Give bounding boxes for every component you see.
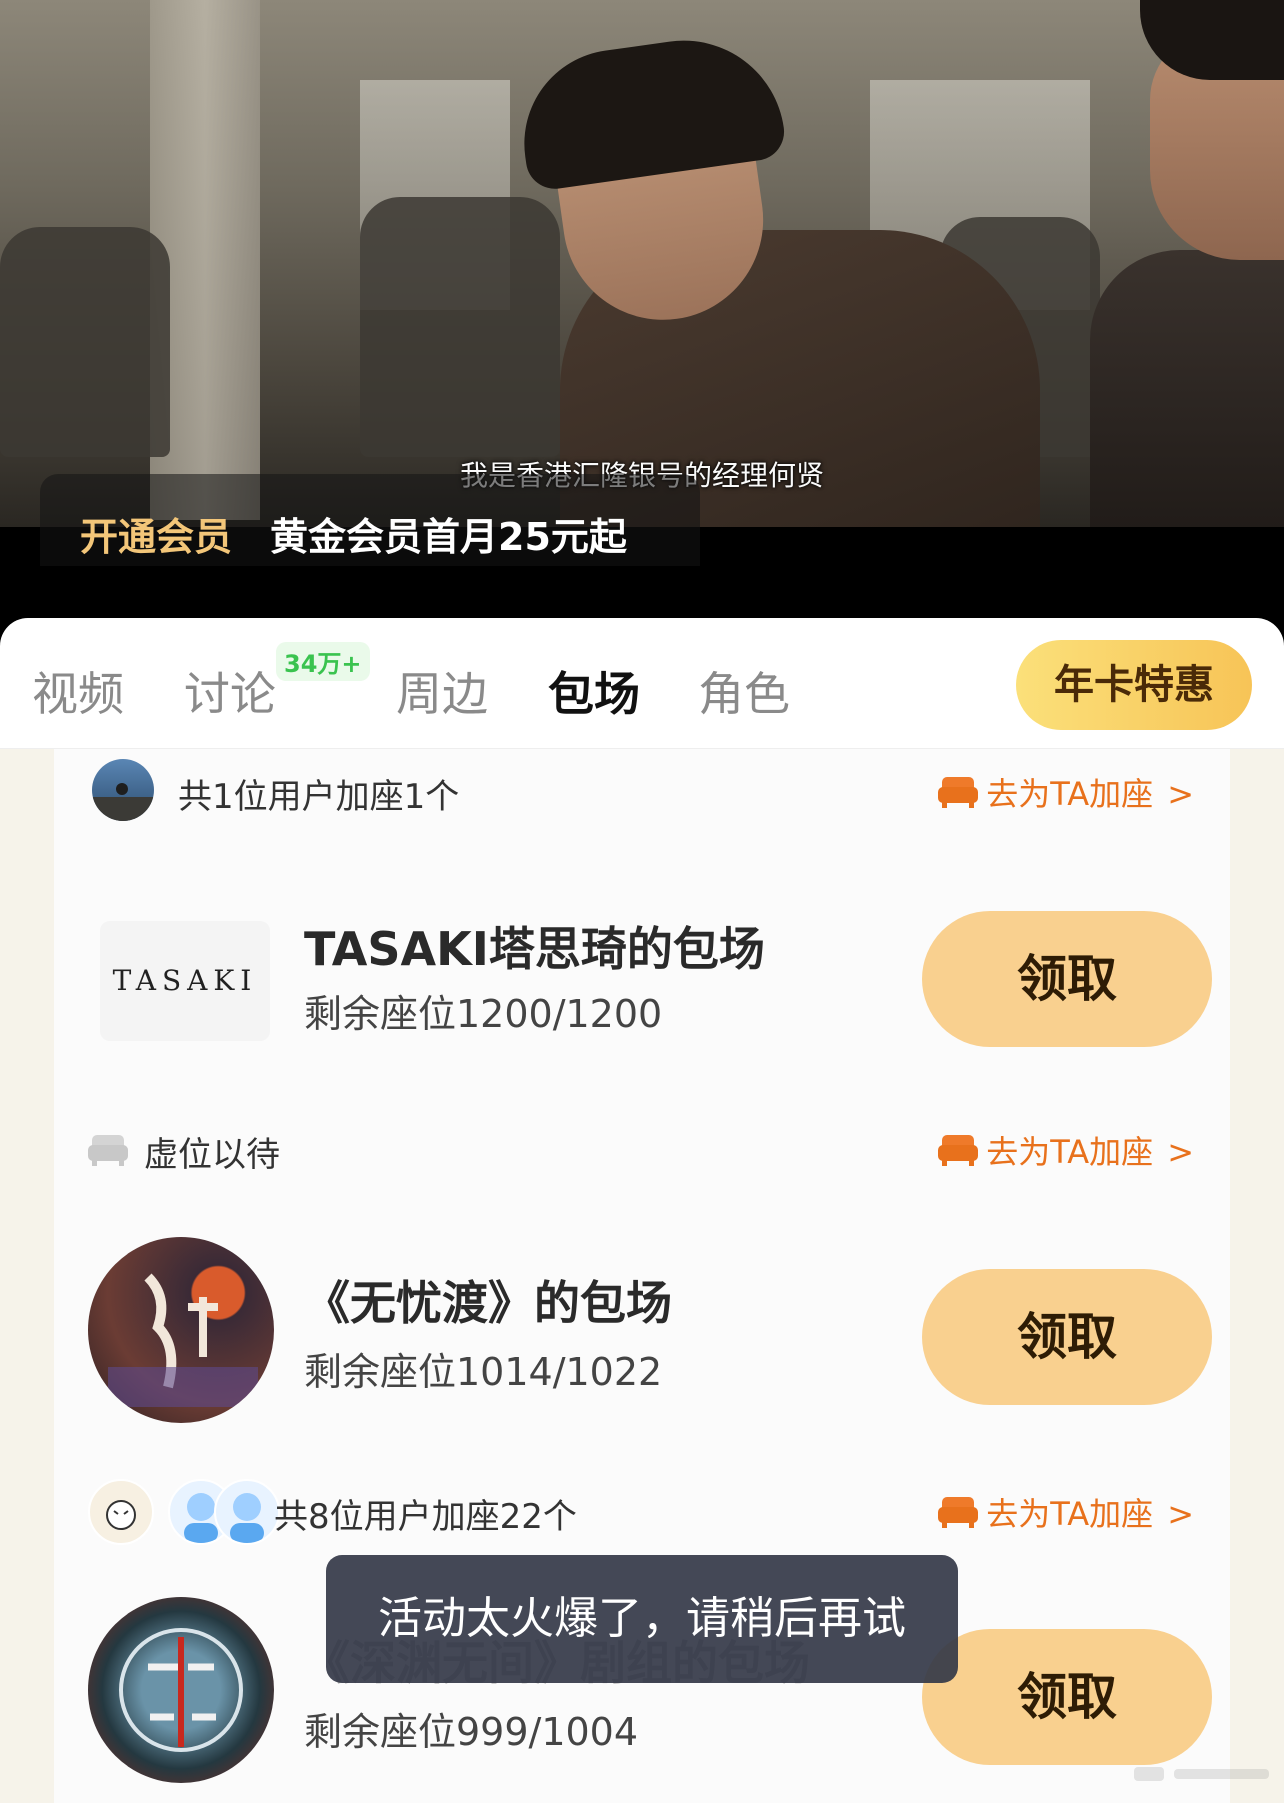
watermark-icon	[1134, 1759, 1274, 1789]
tab-video[interactable]: 视频	[32, 658, 124, 724]
seat-info-row: 共8位用户加座22个 去为TA加座 >	[54, 1469, 1230, 1549]
add-seat-link-label: 去为TA加座	[986, 1133, 1154, 1171]
add-seat-link-label: 去为TA加座	[986, 1495, 1154, 1533]
video-player[interactable]	[0, 0, 1284, 527]
sofa-icon	[938, 1493, 978, 1529]
seat-info-row: 共1位用户加座1个 去为TA加座 >	[54, 749, 1230, 829]
sofa-icon	[938, 773, 978, 809]
tab-bar: 视频 讨论 34万+ 周边 包场 角色 年卡特惠	[0, 618, 1284, 749]
seat-summary: 共1位用户加座1个	[178, 777, 460, 817]
screening-title: 《无忧渡》的包场	[304, 1276, 672, 1330]
shenyuan-poster-icon	[88, 1597, 274, 1783]
annual-card-button[interactable]: 年卡特惠	[1016, 640, 1252, 730]
vip-promo-banner[interactable]: 开通会员 黄金会员首月25元起	[40, 474, 700, 566]
toast-message: 活动太火爆了，请稍后再试	[326, 1555, 958, 1683]
vip-promo-text: 黄金会员首月25元起	[270, 515, 627, 559]
tab-screening[interactable]: 包场	[548, 658, 640, 724]
seat-summary: 共8位用户加座22个	[274, 1497, 577, 1537]
remaining-seats: 剩余座位999/1004	[304, 1710, 639, 1754]
screening-title: TASAKI塔思琦的包场	[304, 922, 765, 976]
user-avatar	[92, 759, 154, 821]
chevron-right-icon: >	[1167, 775, 1194, 813]
claim-button[interactable]: 领取	[922, 911, 1212, 1047]
tasaki-logo: TASAKI	[100, 921, 270, 1041]
user-avatar	[214, 1479, 280, 1545]
tab-characters[interactable]: 角色	[698, 658, 790, 724]
scene-crowd	[0, 227, 170, 457]
user-avatar	[88, 1479, 154, 1545]
claim-button[interactable]: 领取	[922, 1629, 1212, 1765]
vip-open-label[interactable]: 开通会员	[80, 506, 232, 561]
remaining-seats: 剩余座位1014/1022	[304, 1350, 663, 1394]
add-seat-link-label: 去为TA加座	[986, 775, 1154, 813]
tab-merch[interactable]: 周边	[396, 658, 488, 724]
empty-seat-icon	[88, 1131, 128, 1167]
tab-discussion[interactable]: 讨论	[184, 658, 276, 724]
scene-crowd	[360, 197, 560, 457]
discussion-count-badge: 34万+	[276, 642, 370, 681]
wuyoudu-poster-icon	[88, 1237, 274, 1423]
claim-button[interactable]: 领取	[922, 1269, 1212, 1405]
seat-info-row: 虚位以待 去为TA加座 >	[54, 1107, 1230, 1187]
seat-summary: 虚位以待	[144, 1135, 280, 1175]
chevron-right-icon: >	[1167, 1495, 1194, 1533]
remaining-seats: 剩余座位1200/1200	[304, 992, 663, 1036]
sofa-icon	[938, 1131, 978, 1167]
add-seat-link[interactable]: 去为TA加座 >	[986, 769, 1194, 815]
add-seat-link[interactable]: 去为TA加座 >	[986, 1127, 1194, 1173]
chevron-right-icon: >	[1167, 1133, 1194, 1171]
add-seat-link[interactable]: 去为TA加座 >	[986, 1489, 1194, 1535]
